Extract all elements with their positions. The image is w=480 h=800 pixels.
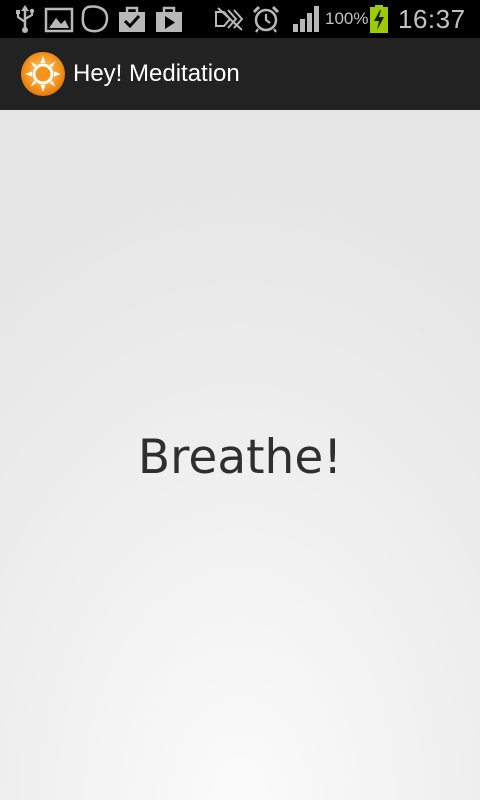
sun-logo-icon[interactable] [20,51,66,97]
clock: 16:37 [398,4,466,34]
task-done-icon [117,4,147,34]
blob-icon [80,4,110,34]
screen: 100% 16:37 Hey! Meditation Breathe! [0,0,480,800]
usb-icon [14,4,36,34]
app-title: Hey! Meditation [73,60,240,87]
gallery-icon [44,4,74,34]
main-content: Breathe! [0,110,480,800]
no-signal-icon [214,4,246,34]
breathe-message: Breathe! [137,430,343,485]
battery-percent: 100% [325,9,369,28]
status-bar: 100% 16:37 [0,0,480,38]
play-store-icon [154,4,184,34]
signal-icon [292,4,322,34]
alarm-icon [251,4,281,34]
battery-charging-icon [369,4,389,34]
action-bar: Hey! Meditation [0,38,480,110]
